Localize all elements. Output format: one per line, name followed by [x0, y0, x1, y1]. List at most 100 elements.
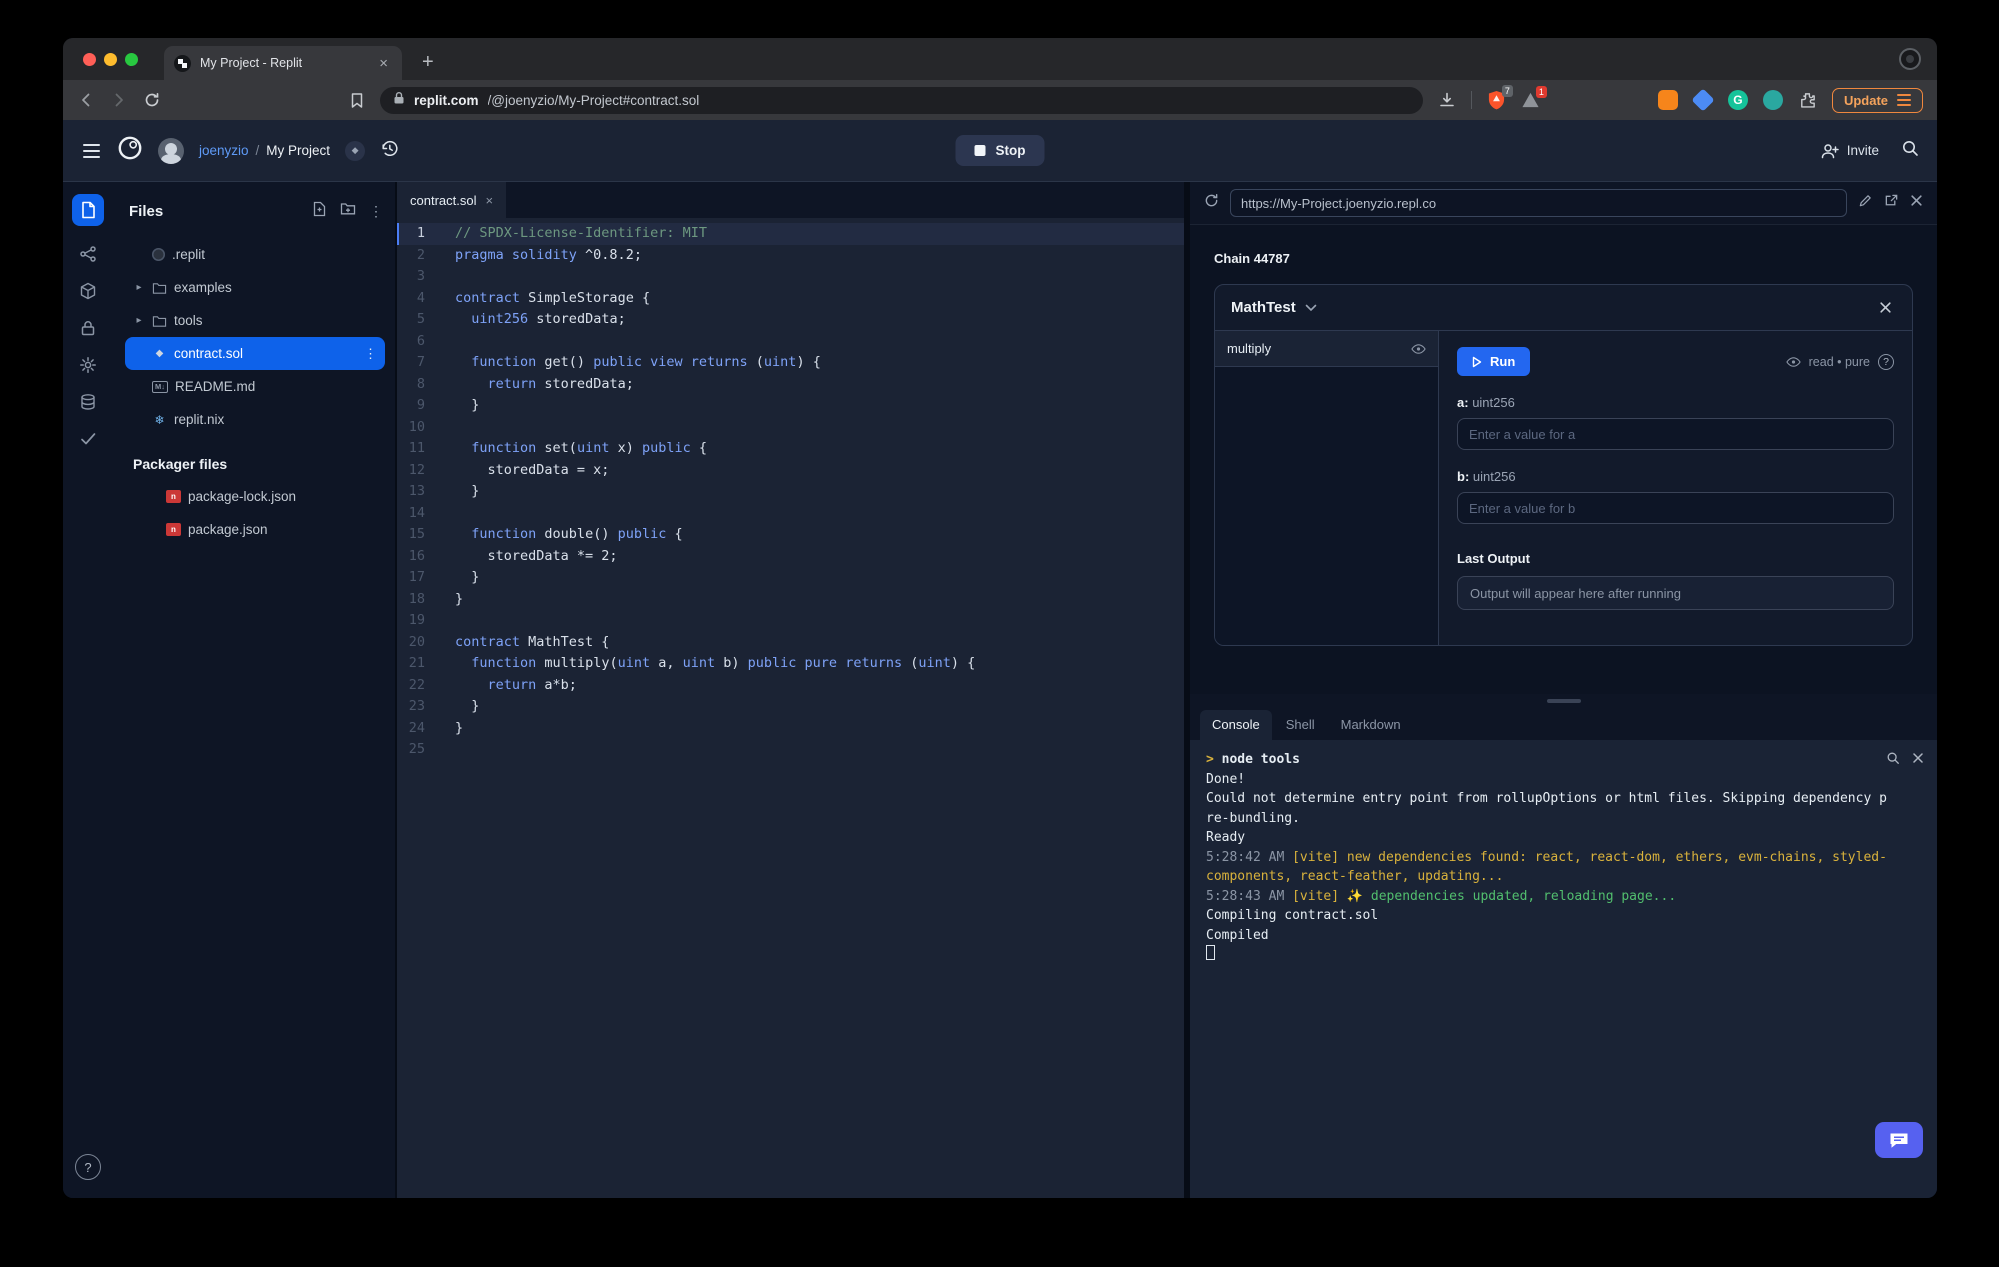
code-line-12[interactable]: 12 storedData = x; [397, 460, 1184, 482]
help-tooltip-icon[interactable]: ? [1878, 353, 1894, 370]
console-tab-console[interactable]: Console [1200, 710, 1272, 740]
code-line-24[interactable]: 24} [397, 718, 1184, 740]
bookmark-icon[interactable] [349, 92, 365, 109]
code-line-6[interactable]: 6 [397, 331, 1184, 353]
browser-update-button[interactable]: Update [1831, 87, 1923, 113]
code-line-25[interactable]: 25 [397, 739, 1184, 761]
run-function-button[interactable]: Run [1457, 347, 1531, 376]
console-clear-icon[interactable] [1912, 751, 1924, 772]
new-tab-button[interactable]: + [414, 51, 442, 74]
file-item-replit.nix[interactable]: ❄ replit.nix [125, 403, 385, 436]
file-item-contract.sol[interactable]: ◆ contract.sol ⋮ [125, 337, 385, 370]
code-line-16[interactable]: 16 storedData *= 2; [397, 546, 1184, 568]
replit-logo-icon[interactable] [117, 135, 143, 166]
code-line-4[interactable]: 4 contract SimpleStorage { [397, 288, 1184, 310]
code-line-19[interactable]: 19 [397, 610, 1184, 632]
new-folder-icon[interactable] [340, 201, 356, 221]
brave-shield-icon[interactable]: 7 [1487, 84, 1513, 111]
browser-profile-icon[interactable] [1899, 48, 1921, 70]
download-page-icon[interactable] [1438, 91, 1456, 109]
window-minimize-button[interactable] [104, 52, 117, 66]
breadcrumb-project-name[interactable]: My Project [266, 143, 330, 158]
param-b-input[interactable] [1457, 492, 1894, 524]
code-line-10[interactable]: 10 [397, 417, 1184, 439]
file-options-icon[interactable]: ⋮ [364, 346, 377, 362]
window-zoom-button[interactable] [125, 52, 138, 66]
code-line-21[interactable]: 21 function multiply(uint a, uint b) pub… [397, 653, 1184, 675]
secrets-lock-icon[interactable] [79, 319, 97, 337]
code-line-8[interactable]: 8 return storedData; [397, 374, 1184, 396]
extensions-puzzle-icon[interactable] [1798, 91, 1817, 110]
reload-icon[interactable] [143, 91, 161, 109]
refresh-webview-icon[interactable] [1204, 193, 1219, 213]
file-item-package.json[interactable]: n package.json [125, 513, 385, 546]
teal-extension-icon[interactable] [1762, 90, 1783, 110]
version-control-icon[interactable] [79, 245, 97, 263]
browser-tab[interactable]: My Project - Replit × [164, 46, 402, 80]
help-button[interactable]: ? [75, 1154, 101, 1180]
panel-resize-handle[interactable] [1190, 694, 1937, 708]
close-webview-icon[interactable] [1910, 194, 1923, 212]
code-line-18[interactable]: 18} [397, 589, 1184, 611]
metamask-extension-icon[interactable] [1657, 90, 1678, 110]
code-line-1[interactable]: 1// SPDX-License-Identifier: MIT [397, 223, 1184, 245]
tab-close-icon[interactable]: × [375, 54, 392, 73]
file-item-package-lock.json[interactable]: n package-lock.json [125, 480, 385, 513]
packages-icon[interactable] [79, 282, 97, 300]
breadcrumb-username[interactable]: joenyzio [199, 143, 249, 158]
console-tab-shell[interactable]: Shell [1274, 710, 1327, 740]
file-item-tools[interactable]: ▸ tools [125, 304, 385, 337]
code-line-7[interactable]: 7 function get() public view returns (ui… [397, 352, 1184, 374]
search-icon[interactable] [1901, 139, 1919, 162]
forward-icon[interactable] [110, 91, 128, 109]
back-icon[interactable] [77, 91, 95, 109]
editor-tab-contract-sol[interactable]: contract.sol × [397, 182, 507, 218]
param-a-input[interactable] [1457, 418, 1894, 450]
code-area[interactable]: 1// SPDX-License-Identifier: MIT 2 pragma … [397, 218, 1184, 1198]
close-contract-icon[interactable] [1875, 297, 1896, 318]
editor-tab-close-icon[interactable]: × [485, 193, 493, 208]
code-line-2[interactable]: 2 pragma solidity ^0.8.2; [397, 245, 1184, 267]
file-item-examples[interactable]: ▸ examples [125, 271, 385, 304]
user-avatar[interactable] [158, 137, 184, 164]
webview-url-input[interactable] [1230, 189, 1847, 217]
hamburger-menu-icon[interactable] [81, 140, 102, 162]
code-line-5[interactable]: 5 uint256 storedData; [397, 309, 1184, 331]
chat-button[interactable] [1875, 1122, 1923, 1158]
settings-gear-icon[interactable] [79, 356, 97, 374]
browser-menu-icon[interactable] [1897, 94, 1911, 106]
code-line-20[interactable]: 20 contract MathTest { [397, 632, 1184, 654]
code-line-11[interactable]: 11 function set(uint x) public { [397, 438, 1184, 460]
code-line-15[interactable]: 15 function double() public { [397, 524, 1184, 546]
code-line-22[interactable]: 22 return a*b; [397, 675, 1184, 697]
files-menu-icon[interactable]: ⋮ [369, 203, 383, 220]
stop-button[interactable]: Stop [955, 135, 1045, 166]
invite-button[interactable]: Invite [1821, 143, 1879, 159]
code-line-14[interactable]: 14 [397, 503, 1184, 525]
gem-icon[interactable]: ◆ [345, 140, 366, 161]
edit-url-icon[interactable] [1858, 193, 1873, 213]
window-close-button[interactable] [83, 52, 96, 66]
code-line-23[interactable]: 23 } [397, 696, 1184, 718]
code-line-3[interactable]: 3 [397, 266, 1184, 288]
console-tab-markdown[interactable]: Markdown [1329, 710, 1413, 740]
open-in-new-tab-icon[interactable] [1884, 193, 1899, 213]
file-item-.replit[interactable]: .replit [125, 238, 385, 271]
database-icon[interactable] [79, 393, 97, 411]
files-tool-button[interactable] [72, 194, 104, 226]
code-line-17[interactable]: 17 } [397, 567, 1184, 589]
console-panel[interactable]: > node tools Done! Could not determine ent… [1190, 740, 1937, 1198]
history-icon[interactable] [380, 139, 399, 163]
function-item-multiply[interactable]: multiply [1215, 331, 1438, 367]
code-line-9[interactable]: 9 } [397, 395, 1184, 417]
chevron-down-icon[interactable] [1305, 304, 1317, 312]
grammarly-extension-icon[interactable]: G [1727, 90, 1748, 110]
console-search-icon[interactable] [1886, 751, 1900, 772]
new-file-icon[interactable] [312, 201, 327, 222]
code-line-13[interactable]: 13 } [397, 481, 1184, 503]
tag-extension-icon[interactable] [1691, 88, 1715, 112]
adblock-extension-icon[interactable]: 1 [1521, 85, 1547, 110]
checkmark-tool-icon[interactable] [79, 430, 97, 448]
address-bar[interactable]: replit.com /@joenyzio/My-Project#contract… [380, 86, 1423, 114]
file-item-README.md[interactable]: M↓ README.md [125, 370, 385, 403]
